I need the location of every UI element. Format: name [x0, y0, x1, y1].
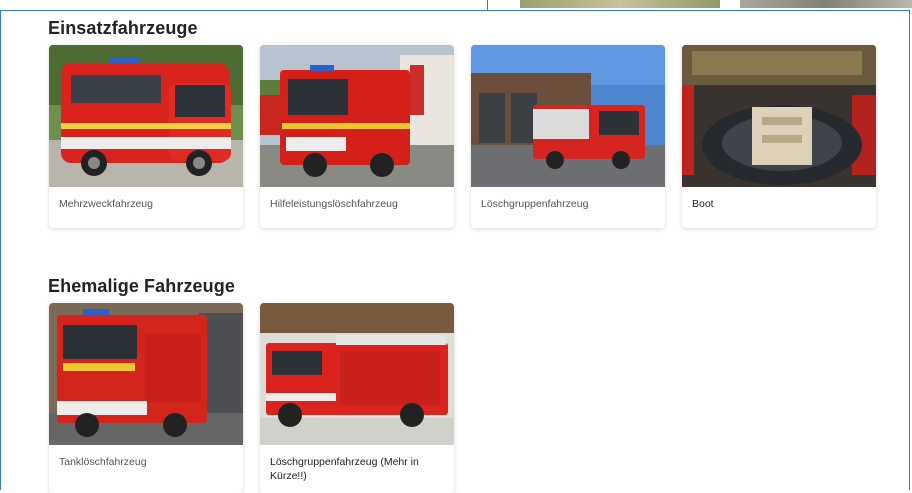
vehicle-card-label: Tanklöschfahrzeug: [59, 456, 147, 468]
vehicle-photo: [682, 45, 876, 187]
vehicle-card-boot[interactable]: Boot: [682, 45, 876, 228]
vehicle-photo: [260, 45, 454, 187]
vehicle-card-mehrzweckfahrzeug[interactable]: Mehrzweckfahrzeug: [49, 45, 243, 228]
vehicle-card-label: Boot: [692, 198, 714, 210]
vehicle-photo: [260, 303, 454, 445]
vehicle-photo: [49, 303, 243, 445]
vehicle-card-tankloeschfahrzeug[interactable]: Tanklöschfahrzeug: [49, 303, 243, 493]
vehicle-card-label: Löschgruppenfahrzeug: [481, 198, 589, 210]
vehicle-card-label: Löschgruppenfahrzeug (Mehr in Kürze!!): [270, 456, 419, 483]
previous-section-panel: [0, 0, 488, 10]
gallery-photo[interactable]: [520, 0, 720, 8]
vehicle-card-loeschgruppenfahrzeug[interactable]: Löschgruppenfahrzeug: [471, 45, 665, 228]
section-title-ehemalige-fahrzeuge: Ehemalige Fahrzeuge: [48, 276, 235, 296]
vehicle-card-loeschgruppenfahrzeug-alt[interactable]: Löschgruppenfahrzeug (Mehr in Kürze!!): [260, 303, 454, 493]
vehicle-card-label: Mehrzweckfahrzeug: [59, 198, 153, 210]
vehicle-card-label: Hilfeleistungslöschfahrzeug: [270, 198, 398, 210]
vehicle-photo: [471, 45, 665, 187]
vehicle-card-hilfeleistungsloeschfahrzeug[interactable]: Hilfeleistungslöschfahrzeug: [260, 45, 454, 228]
vehicle-photo: [49, 45, 243, 187]
gallery-photo[interactable]: [740, 0, 912, 8]
top-strip: [0, 0, 912, 10]
section-title-einsatzfahrzeuge: Einsatzfahrzeuge: [48, 18, 198, 38]
